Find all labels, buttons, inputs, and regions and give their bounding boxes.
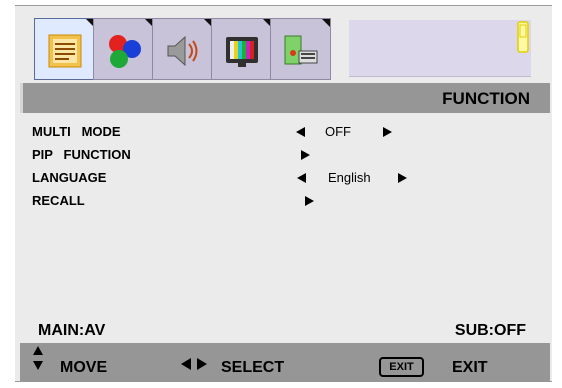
pc-keyboard-icon [284,35,318,65]
right-arrow-icon[interactable] [383,127,392,137]
left-right-arrows-icon [181,358,207,370]
menu-item-label: PIP FUNCTION [32,147,131,162]
exit-key-icon[interactable]: EXIT [379,357,424,377]
menu-item-language[interactable]: LANGUAGE English [32,168,432,188]
speaker-sound-icon [167,35,198,67]
menu-tab-bar [34,18,534,80]
tv-test-pattern-icon [226,37,258,67]
menu-item-label: MULTI MODE [32,124,121,139]
tab-function[interactable] [34,18,95,80]
menu-item-pip-function[interactable]: PIP FUNCTION [32,145,432,165]
menu-title: FUNCTION [442,89,530,108]
menu-item-multi-mode[interactable]: MULTI MODE OFF [32,122,432,142]
color-balls-icon [109,35,141,68]
left-arrow-icon[interactable] [296,127,305,137]
select-hint-label: SELECT [221,359,285,376]
menu-item-label: LANGUAGE [32,170,107,185]
exit-hint-label: EXIT [452,359,488,376]
navigation-hint-bar: MOVE SELECT EXIT EXIT [20,343,550,382]
menu-item-label: RECALL [32,193,85,208]
tab-picture[interactable] [211,18,272,80]
move-hint-label: MOVE [60,359,108,376]
menu-item-value: English [328,170,371,185]
function-menu-icon [48,34,82,68]
sub-source-status: SUB:OFF [454,322,526,339]
tab-pc[interactable] [270,18,331,80]
menu-item-recall[interactable]: RECALL [32,191,432,211]
up-down-arrows-icon [33,346,43,370]
tab-sound[interactable] [152,18,213,80]
right-arrow-icon[interactable] [398,173,407,183]
left-arrow-icon[interactable] [297,173,306,183]
menu-item-value: OFF [325,124,351,139]
right-arrow-icon[interactable] [305,196,314,206]
main-source-status: MAIN:AV [38,322,106,339]
menu-title-bar: FUNCTION [20,83,550,113]
right-arrow-icon[interactable] [301,150,310,160]
tab-color[interactable] [93,18,154,80]
